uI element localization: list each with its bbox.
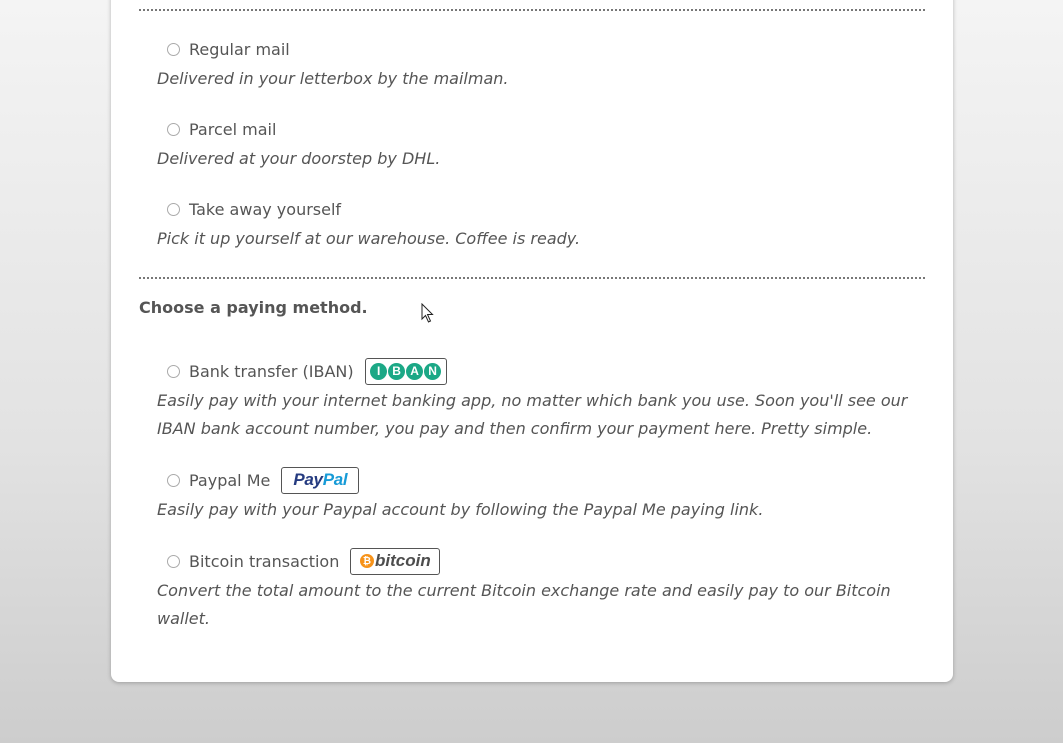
- radio-paypal[interactable]: [167, 473, 180, 487]
- iban-logo-letter: N: [424, 362, 442, 380]
- delivery-option-parcel-mail[interactable]: Parcel mail: [167, 114, 276, 144]
- iban-logo-letter: I: [370, 362, 388, 380]
- bitcoin-symbol-icon: ₿: [359, 554, 374, 568]
- payment-option-label[interactable]: Bitcoin transaction: [189, 552, 339, 571]
- radio-bank-transfer[interactable]: [167, 364, 180, 378]
- delivery-option-take-away[interactable]: Take away yourself: [167, 194, 341, 224]
- delivery-option-label[interactable]: Take away yourself: [189, 200, 341, 219]
- paypal-logo-text: Pal: [322, 470, 348, 489]
- delivery-option-description: Delivered in your letterbox by the mailm…: [157, 69, 509, 88]
- mouse-cursor-icon: [421, 303, 434, 323]
- radio-regular-mail[interactable]: [167, 42, 180, 56]
- bitcoin-logo: ₿ bitcoin: [350, 547, 441, 575]
- payment-section-title: Choose a paying method.: [139, 298, 368, 317]
- delivery-option-label[interactable]: Regular mail: [189, 40, 290, 59]
- payment-option-label[interactable]: Paypal Me: [189, 471, 270, 490]
- radio-take-away[interactable]: [167, 202, 180, 216]
- paypal-logo-text: Pay: [293, 470, 323, 489]
- payment-option-description: Easily pay with your internet banking ap…: [157, 391, 908, 438]
- radio-parcel-mail[interactable]: [167, 122, 180, 136]
- iban-logo-letter: B: [388, 362, 406, 380]
- payment-option-bitcoin[interactable]: Bitcoin transaction ₿ bitcoin: [167, 546, 441, 576]
- delivery-option-label[interactable]: Parcel mail: [189, 120, 276, 139]
- delivery-option-description: Pick it up yourself at our warehouse. Co…: [157, 229, 581, 248]
- bitcoin-logo-text: bitcoin: [374, 551, 431, 570]
- payment-option-iban[interactable]: Bank transfer (IBAN) I B A N: [167, 356, 447, 386]
- iban-logo-letter: A: [406, 362, 424, 380]
- payment-option-paypal[interactable]: Paypal Me PayPal: [167, 465, 360, 495]
- delivery-option-regular-mail[interactable]: Regular mail: [167, 34, 290, 64]
- payment-option-description: Easily pay with your Paypal account by f…: [157, 500, 764, 519]
- radio-bitcoin[interactable]: [167, 554, 180, 568]
- checkout-card: Regular mail Delivered in your letterbox…: [111, 0, 953, 682]
- delivery-option-description: Delivered at your doorstep by DHL.: [157, 149, 441, 168]
- section-divider-top: [139, 9, 925, 11]
- payment-option-description: Convert the total amount to the current …: [157, 581, 891, 628]
- paypal-logo: PayPal: [281, 466, 360, 494]
- iban-logo: I B A N: [364, 357, 447, 385]
- section-divider-payment: [139, 277, 925, 279]
- payment-option-label[interactable]: Bank transfer (IBAN): [189, 362, 354, 381]
